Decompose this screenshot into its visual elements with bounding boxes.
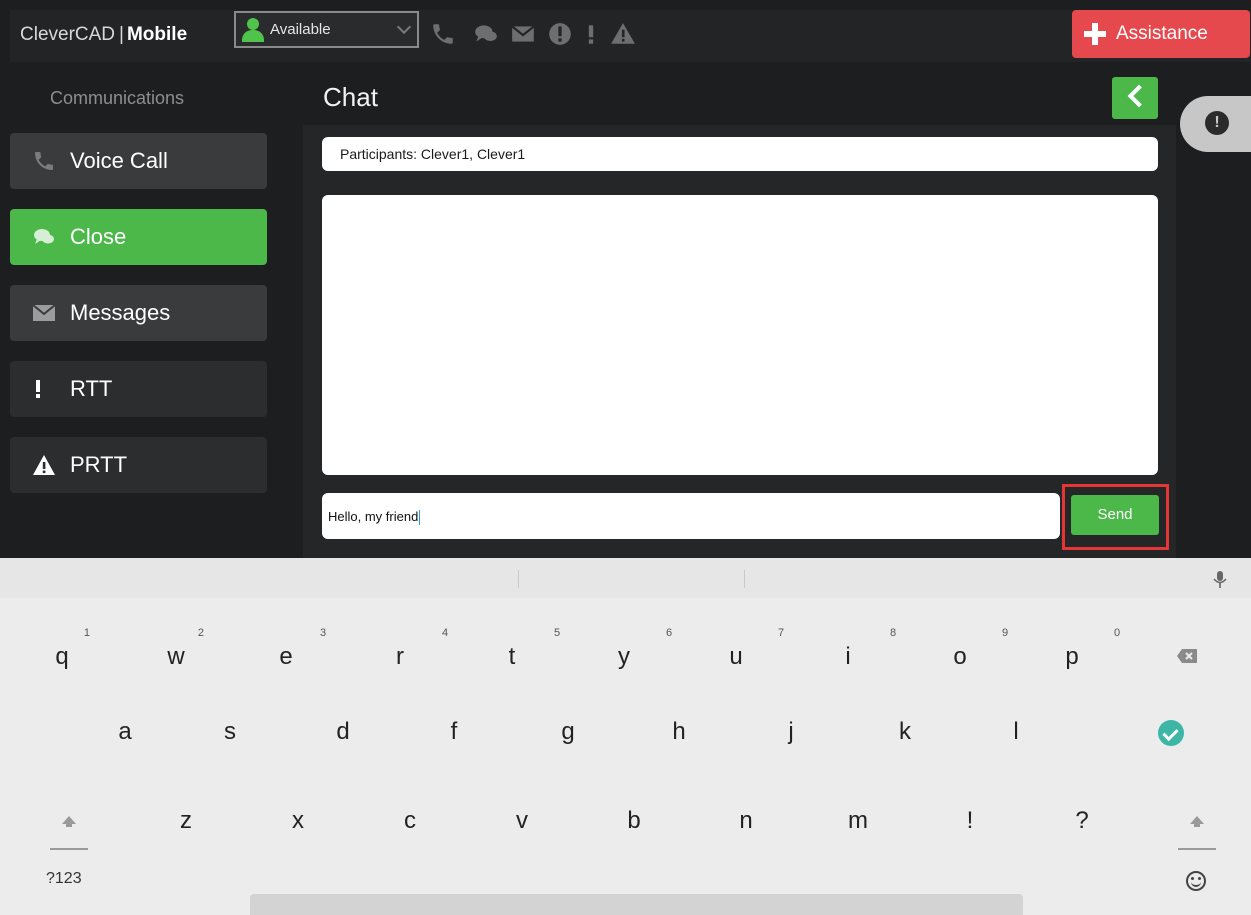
app-brand: CleverCAD | Mobile bbox=[20, 24, 187, 46]
sidebar-item-rtt[interactable]: RTT bbox=[10, 361, 267, 417]
sidebar-item-label: Messages bbox=[70, 300, 171, 325]
key-i[interactable]: i8 bbox=[818, 627, 896, 682]
key-z[interactable]: z bbox=[156, 796, 216, 846]
alert-circle-icon: ! bbox=[1205, 111, 1229, 135]
key-t[interactable]: t5 bbox=[482, 627, 560, 682]
chevron-down-icon bbox=[396, 19, 412, 35]
key-f[interactable]: f bbox=[424, 707, 484, 757]
alert-circle-icon[interactable] bbox=[547, 21, 573, 47]
chevron-left-icon bbox=[1127, 84, 1151, 108]
plus-icon bbox=[1084, 23, 1106, 45]
sidebar-item-messages[interactable]: Messages bbox=[10, 285, 267, 341]
key-v[interactable]: v bbox=[492, 796, 552, 846]
key-l[interactable]: l bbox=[986, 707, 1046, 757]
key-d[interactable]: d bbox=[313, 707, 373, 757]
brand-mobile: Mobile bbox=[126, 24, 188, 45]
key-y[interactable]: y6 bbox=[594, 627, 672, 682]
sidebar-item-label: PRTT bbox=[70, 452, 128, 477]
key-p[interactable]: p0 bbox=[1042, 627, 1120, 682]
text-caret bbox=[419, 510, 421, 526]
key-a[interactable]: a bbox=[95, 707, 155, 757]
key-n[interactable]: n bbox=[716, 796, 776, 846]
page-title: Chat bbox=[323, 82, 378, 112]
sidebar-item-prtt[interactable]: PRTT bbox=[10, 437, 267, 493]
key-h[interactable]: h bbox=[649, 707, 709, 757]
shift-right-icon[interactable] bbox=[1178, 808, 1218, 850]
key-x[interactable]: x bbox=[268, 796, 328, 846]
back-button[interactable] bbox=[1112, 77, 1158, 119]
message-input-value: Hello, my friend bbox=[328, 509, 419, 524]
person-icon bbox=[242, 17, 264, 42]
key-m[interactable]: m bbox=[828, 796, 888, 846]
sidebar-item-label: Voice Call bbox=[70, 148, 168, 173]
key-w[interactable]: w2 bbox=[146, 627, 206, 682]
enter-check-icon[interactable] bbox=[1158, 720, 1184, 746]
suggestion-divider bbox=[518, 570, 519, 588]
key-g[interactable]: g bbox=[538, 707, 598, 757]
assistance-label: Assistance bbox=[1116, 23, 1208, 44]
warning-icon[interactable] bbox=[610, 21, 636, 47]
message-input[interactable]: Hello, my friend bbox=[322, 493, 1060, 539]
phone-icon bbox=[30, 148, 62, 174]
microphone-icon[interactable] bbox=[1212, 570, 1228, 590]
status-dropdown[interactable]: Available bbox=[234, 11, 419, 48]
sidebar-item-label: RTT bbox=[70, 376, 113, 401]
exclamation-icon[interactable] bbox=[578, 21, 604, 47]
key-o[interactable]: o9 bbox=[930, 627, 1008, 682]
key-k[interactable]: k bbox=[875, 707, 935, 757]
top-bar: CleverCAD | Mobile Available Assistance bbox=[10, 10, 1251, 62]
key-s[interactable]: s bbox=[200, 707, 260, 757]
envelope-icon bbox=[30, 300, 62, 326]
send-button-highlight: Send bbox=[1062, 484, 1169, 550]
key-q[interactable]: q1 bbox=[32, 627, 92, 682]
chat-icon[interactable] bbox=[473, 21, 499, 47]
brand-name: CleverCAD bbox=[20, 24, 116, 45]
emoji-icon[interactable] bbox=[1186, 871, 1206, 891]
suggestion-divider bbox=[744, 570, 745, 588]
sidebar-item-close[interactable]: Close bbox=[10, 209, 267, 265]
key-question[interactable]: ? bbox=[1052, 796, 1112, 846]
alert-tab[interactable]: ! bbox=[1180, 96, 1251, 152]
status-value: Available bbox=[270, 21, 331, 38]
sidebar-title: Communications bbox=[50, 88, 185, 108]
warning-icon bbox=[30, 452, 62, 478]
suggestion-bar bbox=[0, 558, 1251, 598]
sidebar-item-voice-call[interactable]: Voice Call bbox=[10, 133, 267, 189]
envelope-icon[interactable] bbox=[510, 21, 536, 47]
symbols-key[interactable]: ?123 bbox=[46, 870, 82, 888]
exclamation-icon bbox=[30, 376, 62, 402]
shift-left-icon[interactable] bbox=[50, 808, 90, 850]
chat-log bbox=[322, 195, 1158, 475]
backspace-icon[interactable] bbox=[1176, 648, 1198, 664]
send-button[interactable]: Send bbox=[1071, 495, 1159, 535]
spacebar[interactable] bbox=[250, 894, 1023, 915]
on-screen-keyboard: q1 w2 e3 r4 t5 y6 u7 i8 o9 p0 a s d f g … bbox=[0, 558, 1251, 915]
key-e[interactable]: e3 bbox=[256, 627, 326, 682]
key-b[interactable]: b bbox=[604, 796, 664, 846]
key-u[interactable]: u7 bbox=[706, 627, 784, 682]
key-j[interactable]: j bbox=[761, 707, 821, 757]
participants-field: Participants: Clever1, Clever1 bbox=[322, 137, 1158, 171]
app-window: CleverCAD|Mobile Available Assistance bbox=[0, 0, 1251, 558]
assistance-button[interactable]: Assistance bbox=[1072, 10, 1250, 58]
key-c[interactable]: c bbox=[380, 796, 440, 846]
chat-icon bbox=[30, 224, 62, 250]
key-r[interactable]: r4 bbox=[370, 627, 448, 682]
brand-separator: | bbox=[119, 24, 124, 45]
key-exclamation[interactable]: ! bbox=[940, 796, 1000, 846]
sidebar-item-label: Close bbox=[70, 224, 127, 249]
phone-icon[interactable] bbox=[430, 21, 456, 47]
